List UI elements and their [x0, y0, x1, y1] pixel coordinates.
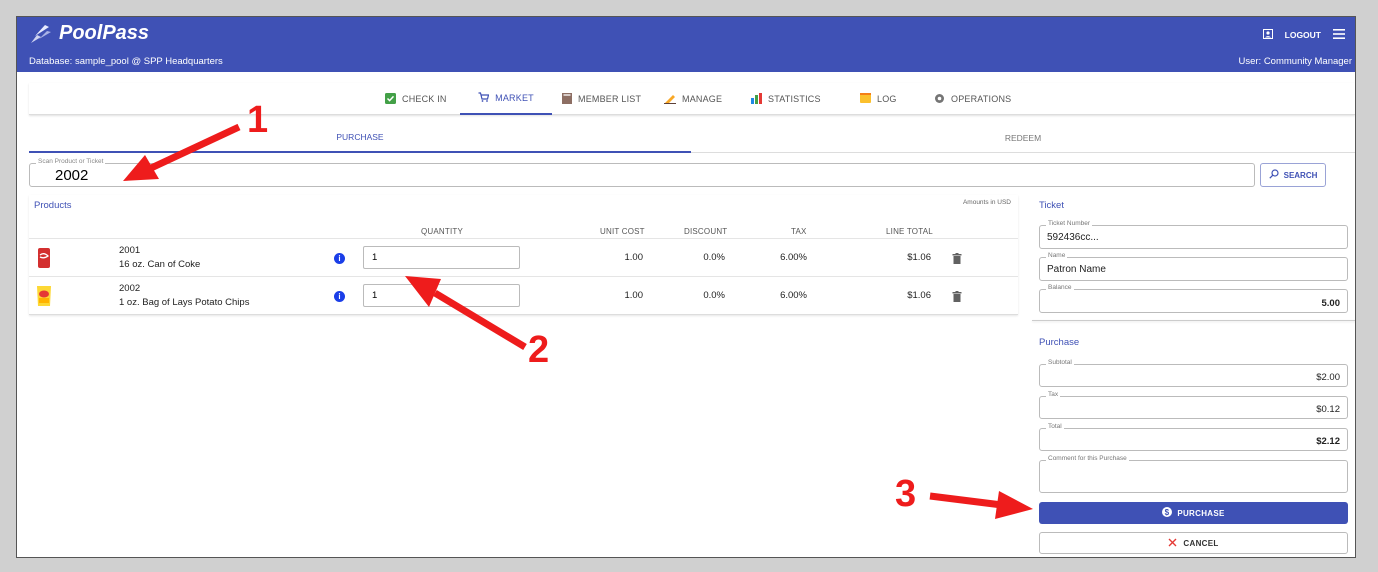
app-name: PoolPass: [59, 22, 150, 44]
table-row: 2002 1 oz. Bag of Lays Potato Chips i 1 …: [29, 276, 1018, 314]
total-value: $2.12: [1316, 436, 1340, 447]
tab-manage[interactable]: MANAGE: [664, 83, 736, 115]
account-icon[interactable]: [1262, 29, 1273, 41]
search-icon: [1268, 169, 1279, 181]
app-window: PoolPass LOGOUT Database: sample_pool @ …: [16, 16, 1356, 558]
purchase-title: Purchase: [1039, 337, 1080, 348]
quantity-input[interactable]: 1: [363, 246, 520, 269]
balance-label: Balance: [1046, 284, 1074, 291]
patron-name-field[interactable]: Name Patron Name: [1039, 252, 1348, 281]
callout-1: 1: [247, 99, 269, 141]
tab-operations[interactable]: OPERATIONS: [934, 83, 1024, 115]
scan-input-value: 2002: [55, 167, 89, 184]
header-tax: TAX: [791, 227, 807, 236]
patron-name-label: Name: [1046, 252, 1068, 259]
scan-input-label: Scan Product or Ticket: [36, 158, 106, 165]
logout-button[interactable]: LOGOUT: [1285, 30, 1321, 40]
ticket-number-label: Ticket Number: [1046, 220, 1093, 227]
gear-icon: [934, 93, 945, 106]
product-name: 16 oz. Can of Coke: [119, 259, 201, 270]
ticket-title: Ticket: [1039, 200, 1064, 211]
header-quantity: QUANTITY: [421, 227, 464, 236]
database-label: Database: sample_pool @ SPP Headquarters: [29, 56, 223, 67]
callout-2: 2: [528, 329, 550, 371]
poolpass-logo-icon: [31, 24, 51, 43]
product-name: 1 oz. Bag of Lays Potato Chips: [119, 297, 250, 308]
bar-chart-icon: [751, 92, 762, 106]
subtab-redeem[interactable]: REDEEM: [691, 123, 1355, 153]
line-total: $1.06: [907, 290, 931, 301]
cart-icon: [478, 92, 490, 104]
chips-bag-image: [35, 285, 53, 307]
pencil-icon: [664, 93, 676, 106]
topbar-actions: LOGOUT: [1262, 29, 1345, 41]
unit-cost: 1.00: [624, 290, 644, 301]
discount: 0.0%: [703, 252, 725, 263]
tax-rate: 6.00%: [780, 290, 807, 301]
right-panel: Ticket Ticket Number 592436cc... Name Pa…: [1032, 195, 1355, 557]
svg-text:$: $: [1165, 508, 1170, 517]
unit-cost: 1.00: [624, 252, 644, 263]
menu-icon[interactable]: [1333, 29, 1345, 41]
tab-member-list[interactable]: MEMBER LIST: [562, 83, 652, 115]
market-subtabs: PURCHASE REDEEM: [29, 123, 1355, 153]
ticket-number-field[interactable]: Ticket Number 592436cc...: [1039, 220, 1348, 249]
subtotal-label: Subtotal: [1046, 359, 1074, 366]
info-icon[interactable]: i: [334, 291, 345, 302]
check-icon: [385, 92, 396, 106]
book-icon: [562, 92, 572, 106]
trash-icon[interactable]: [952, 289, 962, 307]
product-code: 2002: [119, 283, 141, 294]
info-icon[interactable]: i: [334, 253, 345, 264]
tab-market[interactable]: MARKET: [460, 83, 552, 115]
tab-statistics[interactable]: STATISTICS: [751, 83, 841, 115]
subtab-purchase[interactable]: PURCHASE: [29, 123, 691, 153]
subtotal-field: Subtotal $2.00: [1039, 359, 1348, 387]
header-line-total: LINE TOTAL: [886, 227, 933, 236]
dollar-icon: $: [1162, 507, 1173, 519]
total-label: Total: [1046, 423, 1064, 430]
header-discount: DISCOUNT: [684, 227, 728, 236]
patron-name-value: Patron Name: [1047, 264, 1106, 275]
callout-3: 3: [895, 473, 917, 515]
scan-input[interactable]: Scan Product or Ticket 2002: [29, 158, 1255, 187]
app-bar: PoolPass LOGOUT Database: sample_pool @ …: [17, 17, 1355, 72]
purchase-button[interactable]: $ PURCHASE: [1039, 502, 1348, 524]
line-total: $1.06: [907, 252, 931, 263]
product-code: 2001: [119, 245, 141, 256]
tab-log[interactable]: LOG: [860, 83, 910, 115]
ticket-number-value: 592436cc...: [1047, 232, 1099, 243]
quantity-input[interactable]: 1: [363, 284, 520, 307]
comment-label: Comment for this Purchase: [1046, 455, 1129, 462]
products-panel: Products Amounts in USD QUANTITY UNIT CO…: [29, 195, 1018, 315]
total-field: Total $2.12: [1039, 423, 1348, 451]
comment-field[interactable]: Comment for this Purchase: [1039, 455, 1348, 493]
subtotal-value: $2.00: [1316, 372, 1340, 383]
tax-value: $0.12: [1316, 404, 1340, 415]
tax-field: Tax $0.12: [1039, 391, 1348, 419]
cancel-button[interactable]: CANCEL: [1039, 532, 1348, 554]
user-label: User: Community Manager: [1238, 56, 1352, 67]
tax-label: Tax: [1046, 391, 1061, 398]
tax-rate: 6.00%: [780, 252, 807, 263]
table-row: 2001 16 oz. Can of Coke i 1 1.00 0.0% 6.…: [29, 238, 1018, 276]
section-divider: [1032, 320, 1355, 321]
trash-icon[interactable]: [952, 251, 962, 269]
close-icon: [1168, 538, 1177, 549]
main-nav: CHECK IN MARKET MEMBER LIST MANAGE STATI…: [29, 83, 1355, 115]
notepad-icon: [860, 93, 871, 105]
app-logo[interactable]: PoolPass: [29, 22, 149, 45]
balance-field: Balance 5.00: [1039, 284, 1348, 313]
coke-can-image: [35, 247, 53, 269]
search-button[interactable]: SEARCH: [1260, 163, 1326, 187]
header-unit-cost: UNIT COST: [600, 227, 645, 236]
arrow-3-icon: [929, 491, 1033, 519]
discount: 0.0%: [703, 290, 725, 301]
products-title: Products: [34, 200, 72, 211]
balance-value: 5.00: [1321, 298, 1341, 309]
tab-check-in[interactable]: CHECK IN: [385, 83, 457, 115]
currency-note: Amounts in USD: [962, 199, 1011, 206]
